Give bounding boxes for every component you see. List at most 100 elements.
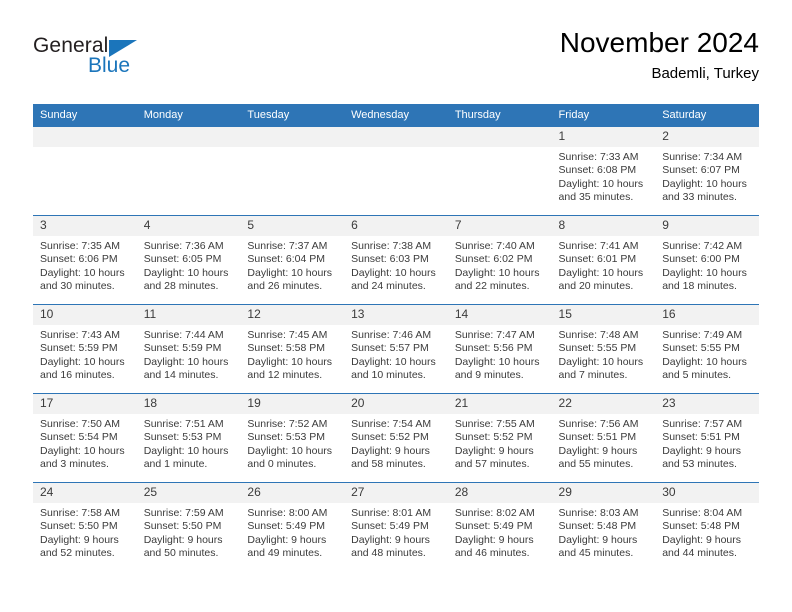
day-details: Sunrise: 7:56 AM Sunset: 5:51 PM Daylight:… <box>552 414 656 472</box>
day-number <box>240 127 345 147</box>
daylight-text-line2: and 57 minutes. <box>454 458 530 471</box>
calendar-day-cell[interactable]: 22 Sunrise: 7:56 AM Sunset: 5:51 PM Dayligh… <box>551 393 656 483</box>
sunrise-text: Sunrise: 8:04 AM <box>662 507 743 519</box>
sunset-text: Sunset: 6:00 PM <box>662 253 740 266</box>
day-details: Sunrise: 8:03 AM Sunset: 5:48 PM Daylight:… <box>552 503 656 561</box>
calendar-day-cell[interactable]: 11 Sunrise: 7:44 AM Sunset: 5:59 PM Dayligh… <box>136 304 241 394</box>
sunrise-text: Sunrise: 7:49 AM <box>662 329 743 341</box>
sunrise-text: Sunrise: 7:33 AM <box>558 151 639 163</box>
sunrise-text: Sunrise: 7:43 AM <box>40 329 120 341</box>
calendar-day-cell[interactable]: 28 Sunrise: 8:02 AM Sunset: 5:49 PM Dayligh… <box>447 482 552 571</box>
day-number <box>33 127 137 147</box>
calendar-day-cell[interactable]: 13 Sunrise: 7:46 AM Sunset: 5:57 PM Dayligh… <box>344 304 448 394</box>
daylight-text-line1: Daylight: 9 hours <box>351 533 430 546</box>
calendar-day-cell[interactable]: 15 Sunrise: 7:48 AM Sunset: 5:55 PM Dayligh… <box>551 304 656 394</box>
calendar-day-cell[interactable]: 24 Sunrise: 7:58 AM Sunset: 5:50 PM Dayligh… <box>33 482 137 571</box>
calendar-day-cell[interactable]: 4 Sunrise: 7:36 AM Sunset: 6:05 PM Daylight… <box>136 215 241 305</box>
day-number: 29 <box>551 483 656 503</box>
sunset-text: Sunset: 6:08 PM <box>558 164 637 177</box>
page-header: General Blue November 2024 Bademli, Turk… <box>33 26 759 96</box>
day-number: 2 <box>655 127 759 147</box>
calendar-day-cell[interactable]: 2 Sunrise: 7:34 AM Sunset: 6:07 PM Daylight… <box>655 126 759 216</box>
brand-logo[interactable]: General Blue <box>33 34 213 90</box>
sunrise-text: Sunrise: 7:34 AM <box>662 151 743 163</box>
day-details: Sunrise: 7:55 AM Sunset: 5:52 PM Daylight:… <box>448 414 552 472</box>
calendar-day-cell[interactable]: 12 Sunrise: 7:45 AM Sunset: 5:58 PM Dayligh… <box>240 304 345 394</box>
daylight-text-line1: Daylight: 10 hours <box>247 444 333 457</box>
daylight-text-line2: and 7 minutes. <box>558 369 628 382</box>
calendar-day-cell[interactable]: 18 Sunrise: 7:51 AM Sunset: 5:53 PM Dayligh… <box>136 393 241 483</box>
day-details: Sunrise: 7:52 AM Sunset: 5:53 PM Daylight:… <box>240 414 344 472</box>
daylight-text-line1: Daylight: 10 hours <box>558 266 644 279</box>
calendar-day-cell[interactable]: 5 Sunrise: 7:37 AM Sunset: 6:04 PM Daylight… <box>240 215 345 305</box>
sunrise-text: Sunrise: 7:47 AM <box>454 329 535 341</box>
calendar-day-cell[interactable]: 30 Sunrise: 8:04 AM Sunset: 5:48 PM Dayligh… <box>655 482 759 571</box>
weekday-header-tuesday: Tuesday <box>240 104 345 127</box>
sunset-text: Sunset: 5:51 PM <box>558 431 637 444</box>
daylight-text-line2: and 20 minutes. <box>558 280 634 293</box>
day-details: Sunrise: 7:40 AM Sunset: 6:02 PM Daylight:… <box>448 236 552 294</box>
sunset-text: Sunset: 5:59 PM <box>40 342 118 355</box>
day-details: Sunrise: 7:35 AM Sunset: 6:06 PM Daylight:… <box>33 236 137 294</box>
day-number: 10 <box>33 305 137 325</box>
calendar-day-cell[interactable]: 9 Sunrise: 7:42 AM Sunset: 6:00 PM Daylight… <box>655 215 759 305</box>
sunrise-text: Sunrise: 7:46 AM <box>351 329 432 341</box>
calendar-day-cell[interactable]: 1 Sunrise: 7:33 AM Sunset: 6:08 PM Daylight… <box>551 126 656 216</box>
sunrise-text: Sunrise: 7:37 AM <box>247 240 328 252</box>
daylight-text-line1: Daylight: 10 hours <box>351 355 436 368</box>
calendar-day-cell-empty <box>447 126 552 216</box>
day-details: Sunrise: 7:50 AM Sunset: 5:54 PM Daylight:… <box>33 414 137 472</box>
calendar-day-cell[interactable]: 20 Sunrise: 7:54 AM Sunset: 5:52 PM Dayligh… <box>344 393 448 483</box>
calendar-body: 1 Sunrise: 7:33 AM Sunset: 6:08 PM Daylight… <box>33 126 759 571</box>
day-number: 26 <box>240 483 345 503</box>
sunrise-text: Sunrise: 7:57 AM <box>662 418 743 430</box>
calendar-day-cell[interactable]: 17 Sunrise: 7:50 AM Sunset: 5:54 PM Dayligh… <box>33 393 137 483</box>
day-details: Sunrise: 8:04 AM Sunset: 5:48 PM Daylight:… <box>655 503 759 561</box>
day-details: Sunrise: 7:34 AM Sunset: 6:07 PM Daylight:… <box>655 147 759 205</box>
daylight-text-line1: Daylight: 9 hours <box>247 533 327 546</box>
day-number: 8 <box>551 216 656 236</box>
day-number: 4 <box>136 216 241 236</box>
daylight-text-line2: and 48 minutes. <box>351 547 426 560</box>
day-details: Sunrise: 7:48 AM Sunset: 5:55 PM Daylight:… <box>552 325 656 383</box>
sunset-text: Sunset: 6:02 PM <box>454 253 533 266</box>
sunset-text: Sunset: 5:52 PM <box>351 431 429 444</box>
day-details: Sunrise: 7:37 AM Sunset: 6:04 PM Daylight:… <box>240 236 344 294</box>
daylight-text-line2: and 1 minute. <box>143 458 208 471</box>
calendar-day-cell[interactable]: 3 Sunrise: 7:35 AM Sunset: 6:06 PM Daylight… <box>33 215 137 305</box>
calendar-day-cell[interactable]: 6 Sunrise: 7:38 AM Sunset: 6:03 PM Daylight… <box>344 215 448 305</box>
day-number: 17 <box>33 394 137 414</box>
sunrise-text: Sunrise: 7:41 AM <box>558 240 639 252</box>
calendar-day-cell[interactable]: 19 Sunrise: 7:52 AM Sunset: 5:53 PM Dayligh… <box>240 393 345 483</box>
calendar-day-cell[interactable]: 25 Sunrise: 7:59 AM Sunset: 5:50 PM Dayligh… <box>136 482 241 571</box>
daylight-text-line1: Daylight: 10 hours <box>351 266 436 279</box>
day-details: Sunrise: 7:49 AM Sunset: 5:55 PM Daylight:… <box>655 325 759 383</box>
calendar-day-cell[interactable]: 10 Sunrise: 7:43 AM Sunset: 5:59 PM Dayligh… <box>33 304 137 394</box>
calendar-day-cell[interactable]: 26 Sunrise: 8:00 AM Sunset: 5:49 PM Dayligh… <box>240 482 345 571</box>
daylight-text-line2: and 26 minutes. <box>247 280 323 293</box>
sunrise-text: Sunrise: 7:59 AM <box>143 507 224 519</box>
daylight-text-line1: Daylight: 10 hours <box>40 444 125 457</box>
day-number: 15 <box>551 305 656 325</box>
calendar-day-cell[interactable]: 23 Sunrise: 7:57 AM Sunset: 5:51 PM Dayligh… <box>655 393 759 483</box>
calendar-day-cell[interactable]: 8 Sunrise: 7:41 AM Sunset: 6:01 PM Daylight… <box>551 215 656 305</box>
daylight-text-line2: and 33 minutes. <box>662 191 737 204</box>
day-details: Sunrise: 7:33 AM Sunset: 6:08 PM Daylight:… <box>552 147 656 205</box>
daylight-text-line2: and 9 minutes. <box>454 369 524 382</box>
day-details: Sunrise: 7:59 AM Sunset: 5:50 PM Daylight:… <box>137 503 241 561</box>
calendar-day-cell[interactable]: 16 Sunrise: 7:49 AM Sunset: 5:55 PM Dayligh… <box>655 304 759 394</box>
day-details: Sunrise: 7:57 AM Sunset: 5:51 PM Daylight:… <box>655 414 759 472</box>
daylight-text-line1: Daylight: 10 hours <box>662 177 747 190</box>
calendar-day-cell[interactable]: 21 Sunrise: 7:55 AM Sunset: 5:52 PM Dayligh… <box>447 393 552 483</box>
daylight-text-line2: and 14 minutes. <box>143 369 219 382</box>
calendar-day-cell[interactable]: 27 Sunrise: 8:01 AM Sunset: 5:49 PM Dayligh… <box>344 482 448 571</box>
calendar-day-cell[interactable]: 29 Sunrise: 8:03 AM Sunset: 5:48 PM Dayligh… <box>551 482 656 571</box>
daylight-text-line2: and 53 minutes. <box>662 458 737 471</box>
calendar-page: General Blue November 2024 Bademli, Turk… <box>0 0 792 612</box>
sunrise-text: Sunrise: 7:48 AM <box>558 329 639 341</box>
page-subtitle: Bademli, Turkey <box>651 65 759 82</box>
day-number: 3 <box>33 216 137 236</box>
calendar-day-cell[interactable]: 14 Sunrise: 7:47 AM Sunset: 5:56 PM Dayligh… <box>447 304 552 394</box>
day-number: 20 <box>344 394 448 414</box>
calendar-day-cell[interactable]: 7 Sunrise: 7:40 AM Sunset: 6:02 PM Daylight… <box>447 215 552 305</box>
